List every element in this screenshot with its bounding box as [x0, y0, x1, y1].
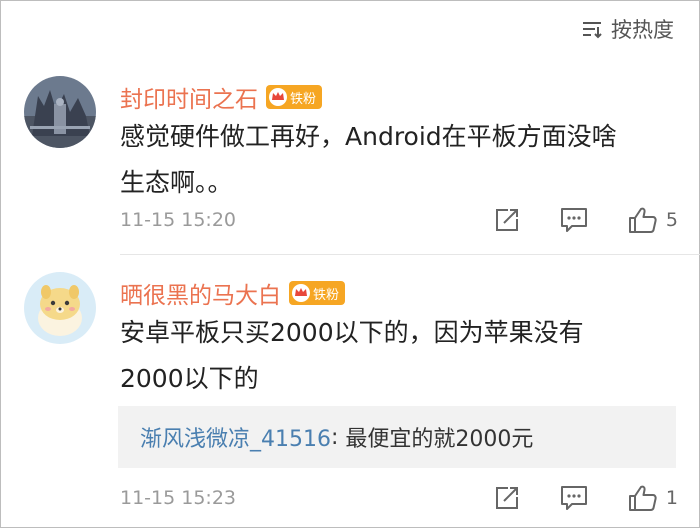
comment-icon — [560, 208, 587, 232]
sort-label: 按热度 — [611, 18, 674, 42]
sort-icon — [583, 22, 602, 39]
like-count: 5 — [665, 209, 678, 231]
reply-button[interactable] — [560, 485, 588, 511]
reply-username[interactable]: 渐风浅微凉_41516 — [140, 421, 331, 453]
username[interactable]: 封印时间之石 — [120, 80, 258, 114]
thumbs-up-icon — [628, 485, 657, 511]
comment-text: 安卓平板只买2000以下的，因为苹果没有 2000以下的 — [120, 310, 680, 402]
like-button[interactable]: 5 — [628, 206, 678, 234]
timestamp: 11-15 15:20 — [120, 209, 237, 231]
fan-badge[interactable]: 铁粉 — [266, 85, 323, 109]
comment-text-line: 感觉硬件做工再好，Android在平板方面没啥 — [120, 122, 617, 151]
username[interactable]: 晒很黑的马大白 — [120, 276, 281, 310]
share-icon — [495, 487, 518, 509]
crown-icon — [292, 284, 310, 302]
reply-preview[interactable]: 渐风浅微凉_41516: 最便宜的就2000元 — [118, 406, 676, 468]
timestamp: 11-15 15:23 — [120, 487, 237, 509]
comment-text-line: 2000以下的 — [120, 364, 259, 393]
reply-text: 最便宜的就2000元 — [345, 427, 534, 452]
reply-separator: : — [331, 424, 346, 450]
avatar[interactable] — [24, 76, 96, 148]
badge-label: 铁粉 — [290, 91, 317, 107]
divider — [120, 254, 700, 255]
thumbs-up-icon — [628, 207, 657, 233]
comment-text-line: 安卓平板只买2000以下的，因为苹果没有 — [120, 318, 584, 347]
sort-by-popularity-button[interactable]: 按热度 — [581, 14, 674, 44]
repost-button[interactable] — [494, 485, 520, 511]
comment-icon — [560, 486, 587, 510]
repost-button[interactable] — [494, 207, 520, 233]
share-icon — [495, 209, 518, 231]
avatar[interactable] — [24, 272, 96, 344]
crown-icon — [269, 88, 287, 106]
fan-badge[interactable]: 铁粉 — [289, 281, 346, 305]
comment-text-line: 生态啊。。 — [120, 168, 233, 197]
reply-button[interactable] — [560, 207, 588, 233]
comment-text: 感觉硬件做工再好，Android在平板方面没啥 生态啊。。 — [120, 114, 680, 206]
like-button[interactable]: 1 — [628, 484, 678, 512]
badge-label: 铁粉 — [313, 287, 340, 303]
like-count: 1 — [665, 487, 678, 509]
